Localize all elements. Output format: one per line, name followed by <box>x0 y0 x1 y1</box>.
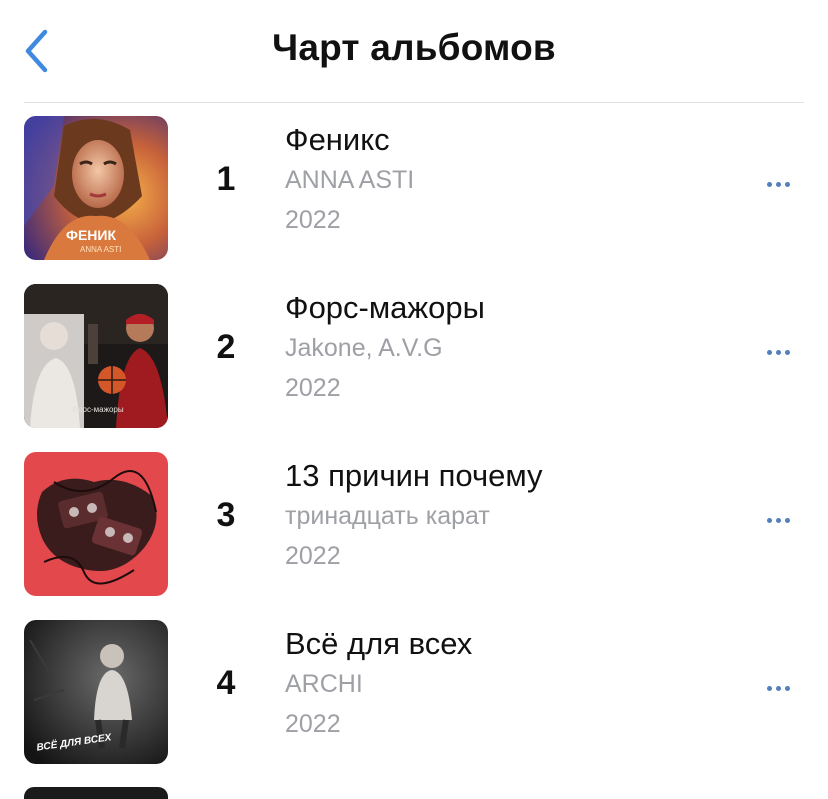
chart-position: 2 <box>216 328 236 366</box>
album-title[interactable]: Форс-мажоры <box>285 290 485 326</box>
header-divider <box>24 102 804 103</box>
album-cover-fors-mazhory[interactable]: Форс-мажоры <box>24 284 168 428</box>
album-cover-vsyo-dlya-vseh[interactable]: ВСЁ ДЛЯ ВСЕХ <box>24 620 168 764</box>
chart-position: 4 <box>216 664 236 702</box>
cover-title-text: Форс-мажоры <box>72 405 124 414</box>
album-title[interactable]: Всё для всех <box>285 626 472 662</box>
album-title[interactable]: Феникс <box>285 122 390 158</box>
more-horizontal-icon <box>766 181 790 187</box>
album-artist[interactable]: ANNA ASTI <box>285 166 414 195</box>
more-options-button[interactable] <box>752 166 804 202</box>
album-cover-13-prichin[interactable] <box>24 452 168 596</box>
more-options-button[interactable] <box>752 334 804 370</box>
album-cover-next-partial[interactable] <box>24 787 168 799</box>
album-row-1[interactable]: ФЕНИК ANNA ASTI 1 Феникс ANNA ASTI 2022 <box>0 104 828 272</box>
more-options-button[interactable] <box>752 670 804 706</box>
album-year: 2022 <box>285 374 341 402</box>
nav-header: Чарт альбомов <box>0 0 828 104</box>
more-options-button[interactable] <box>752 502 804 538</box>
cover-subtitle-text: ANNA ASTI <box>80 245 121 254</box>
chart-position: 3 <box>216 496 236 534</box>
album-artist[interactable]: ARCHI <box>285 670 363 699</box>
cover-title-text: ФЕНИК <box>66 227 116 243</box>
album-year: 2022 <box>285 206 341 234</box>
album-row-2[interactable]: Форс-мажоры 2 Форс-мажоры Jakone, A.V.G … <box>0 272 828 440</box>
album-artist[interactable]: Jakone, A.V.G <box>285 334 443 363</box>
album-artist[interactable]: тринадцать карат <box>285 502 490 531</box>
album-year: 2022 <box>285 710 341 738</box>
page-title: Чарт альбомов <box>272 27 556 68</box>
album-title[interactable]: 13 причин почему <box>285 458 543 494</box>
chart-position: 1 <box>216 160 236 198</box>
album-row-3[interactable]: 3 13 причин почему тринадцать карат 2022 <box>0 440 828 608</box>
more-horizontal-icon <box>766 349 790 355</box>
album-cover-feniks[interactable]: ФЕНИК ANNA ASTI <box>24 116 168 260</box>
album-year: 2022 <box>285 542 341 570</box>
more-horizontal-icon <box>766 685 790 691</box>
more-horizontal-icon <box>766 517 790 523</box>
album-row-4[interactable]: ВСЁ ДЛЯ ВСЕХ 4 Всё для всех ARCHI 2022 <box>0 608 828 776</box>
